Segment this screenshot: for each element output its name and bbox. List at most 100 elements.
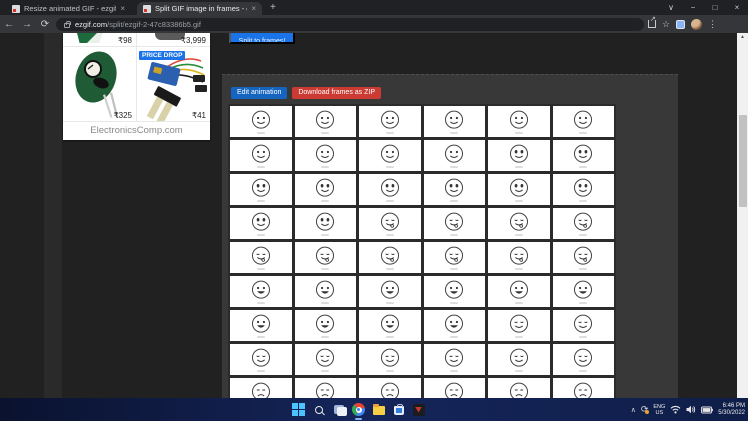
- ad-product[interactable]: ₹3,999: [136, 33, 210, 46]
- wifi-icon[interactable]: [670, 405, 681, 414]
- profile-avatar[interactable]: [691, 19, 702, 30]
- address-bar[interactable]: ezgif.com/split/ezgif-2-47c83386b5.gif: [56, 18, 644, 31]
- share-icon[interactable]: [648, 20, 656, 28]
- tab-resize-gif[interactable]: Resize animated GIF - ezgif-2-7... ×: [6, 2, 131, 15]
- download-zip-button[interactable]: Download frames as ZIP: [292, 87, 381, 99]
- frame-cell[interactable]: [230, 310, 292, 341]
- frame-cell[interactable]: [488, 208, 550, 239]
- frame-cell[interactable]: [230, 344, 292, 375]
- battery-icon[interactable]: [701, 406, 713, 414]
- frame-cell[interactable]: [295, 242, 357, 273]
- ad-footer-link[interactable]: ElectronicsComp.com: [63, 122, 210, 139]
- tab-search-icon[interactable]: ∨: [660, 0, 682, 15]
- frame-cell[interactable]: [424, 344, 486, 375]
- page-viewport: ₹98 ₹3,999: [0, 33, 748, 398]
- frame-cell[interactable]: [359, 208, 421, 239]
- file-explorer-button[interactable]: [372, 403, 385, 416]
- frame-cell[interactable]: [553, 242, 615, 273]
- minimize-button[interactable]: −: [682, 0, 704, 15]
- tab-split-gif[interactable]: Split GIF image in frames - ezgif... ×: [137, 2, 262, 15]
- frame-cell[interactable]: [488, 344, 550, 375]
- frame-cell[interactable]: [230, 208, 292, 239]
- frame-cell[interactable]: [488, 140, 550, 171]
- frame-cell[interactable]: [295, 276, 357, 307]
- frame-smiley-icon: [314, 109, 336, 131]
- frame-cell[interactable]: [359, 174, 421, 205]
- frame-cell[interactable]: [424, 242, 486, 273]
- frame-cell[interactable]: [553, 378, 615, 398]
- extension-icon[interactable]: [676, 20, 685, 29]
- frame-cell[interactable]: [295, 344, 357, 375]
- game-app-button[interactable]: [412, 403, 425, 416]
- frame-cell[interactable]: [230, 276, 292, 307]
- ad-product[interactable]: PRICE DROP ₹41: [136, 47, 210, 121]
- frame-cell[interactable]: [295, 208, 357, 239]
- close-button[interactable]: ×: [726, 0, 748, 15]
- tray-expand-icon[interactable]: ∧: [631, 406, 636, 414]
- frame-cell[interactable]: [230, 378, 292, 398]
- forward-icon[interactable]: →: [18, 19, 36, 30]
- frame-cell[interactable]: [295, 106, 357, 137]
- edit-animation-button[interactable]: Edit animation: [231, 87, 287, 99]
- frame-cell[interactable]: [424, 140, 486, 171]
- frame-cell[interactable]: [295, 140, 357, 171]
- frame-cell[interactable]: [230, 174, 292, 205]
- frame-cell[interactable]: [488, 242, 550, 273]
- maximize-button[interactable]: □: [704, 0, 726, 15]
- reload-icon[interactable]: ⟳: [36, 19, 54, 30]
- volume-icon[interactable]: [686, 405, 696, 414]
- frame-cell[interactable]: [230, 106, 292, 137]
- menu-icon[interactable]: ⋮: [708, 19, 717, 30]
- store-button[interactable]: [392, 403, 405, 416]
- frame-cell[interactable]: [553, 174, 615, 205]
- ad-product[interactable]: ₹98: [63, 33, 136, 46]
- frame-cell[interactable]: [359, 106, 421, 137]
- chrome-taskbar-button[interactable]: [352, 403, 365, 416]
- frame-cell[interactable]: [553, 106, 615, 137]
- frame-cell[interactable]: [553, 140, 615, 171]
- frame-cell[interactable]: [424, 208, 486, 239]
- split-to-frames-button[interactable]: Split to frames!: [229, 33, 295, 44]
- frame-cell[interactable]: [359, 344, 421, 375]
- frame-cell[interactable]: [359, 276, 421, 307]
- frame-cell[interactable]: [359, 242, 421, 273]
- ad-panel[interactable]: ₹98 ₹3,999: [63, 33, 210, 140]
- frame-cell[interactable]: [553, 208, 615, 239]
- tab-close-icon[interactable]: ×: [120, 4, 125, 13]
- task-view-button[interactable]: [332, 403, 345, 416]
- scrollbar-thumb[interactable]: [739, 115, 747, 207]
- clock[interactable]: 6:46 PM5/30/2022: [718, 403, 745, 417]
- page-scrollbar[interactable]: ▲: [737, 33, 748, 398]
- frame-cell[interactable]: [295, 174, 357, 205]
- frame-cell[interactable]: [553, 344, 615, 375]
- frame-cell[interactable]: [424, 378, 486, 398]
- frame-cell[interactable]: [553, 310, 615, 341]
- start-button[interactable]: [292, 403, 305, 416]
- frame-cell[interactable]: [553, 276, 615, 307]
- frame-cell[interactable]: [230, 242, 292, 273]
- sync-status-icon[interactable]: ⟳: [641, 405, 649, 414]
- tab-close-icon[interactable]: ×: [251, 4, 256, 13]
- frame-cell[interactable]: [488, 276, 550, 307]
- frame-cell[interactable]: [488, 310, 550, 341]
- search-button[interactable]: [312, 403, 325, 416]
- scroll-up-icon[interactable]: ▲: [737, 33, 748, 41]
- frame-cell[interactable]: [488, 378, 550, 398]
- frame-cell[interactable]: [424, 106, 486, 137]
- frame-cell[interactable]: [230, 140, 292, 171]
- language-indicator[interactable]: ENGUS: [653, 404, 665, 416]
- bookmark-star-icon[interactable]: ☆: [662, 19, 670, 30]
- frame-cell[interactable]: [424, 276, 486, 307]
- frame-cell[interactable]: [488, 106, 550, 137]
- frame-cell[interactable]: [359, 140, 421, 171]
- frame-cell[interactable]: [295, 310, 357, 341]
- frame-cell[interactable]: [359, 378, 421, 398]
- frame-cell[interactable]: [424, 174, 486, 205]
- ad-product[interactable]: ₹325: [63, 47, 136, 121]
- frame-cell[interactable]: [359, 310, 421, 341]
- new-tab-button[interactable]: +: [270, 2, 276, 13]
- frame-cell[interactable]: [488, 174, 550, 205]
- back-icon[interactable]: ←: [0, 19, 18, 30]
- frame-cell[interactable]: [295, 378, 357, 398]
- frame-cell[interactable]: [424, 310, 486, 341]
